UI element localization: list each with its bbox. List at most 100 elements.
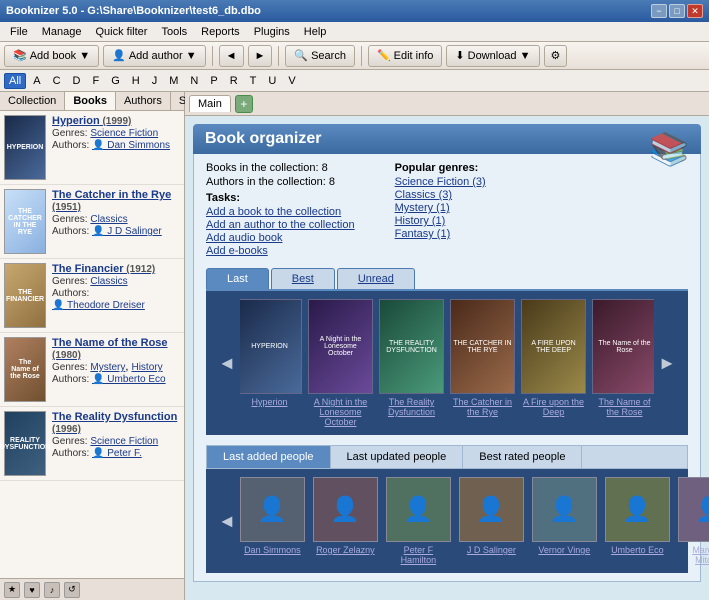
person-name-link[interactable]: Roger Zelazny xyxy=(316,545,375,555)
book-genre-link[interactable]: History xyxy=(131,362,162,373)
tab-last-updated[interactable]: Last updated people xyxy=(331,446,464,468)
carousel-book-title[interactable]: A Fire upon the Deep xyxy=(521,397,586,417)
maximize-button[interactable]: □ xyxy=(669,4,685,18)
left-tab-books[interactable]: Books xyxy=(65,92,116,110)
alpha-m[interactable]: M xyxy=(164,73,183,89)
menu-item-help[interactable]: Help xyxy=(298,25,333,39)
person-item[interactable]: 👤Dan Simmons xyxy=(240,477,305,565)
person-item[interactable]: 👤Vernor Vinge xyxy=(532,477,597,565)
task-link[interactable]: Add e-books xyxy=(206,245,355,257)
book-genre-link[interactable]: Classics xyxy=(90,214,127,225)
minimize-button[interactable]: − xyxy=(651,4,667,18)
search-button[interactable]: 🔍 Search xyxy=(285,45,355,67)
settings-button[interactable]: ⚙ xyxy=(544,45,568,67)
tab-last[interactable]: Last xyxy=(206,268,269,289)
book-author-link[interactable]: 👤 Umberto Eco xyxy=(92,374,166,385)
person-item[interactable]: 👤Margaret Mitchell xyxy=(678,477,709,565)
alpha-f[interactable]: F xyxy=(87,73,104,89)
carousel-prev-arrow[interactable]: ◄ xyxy=(214,353,240,374)
genre-link[interactable]: History (1) xyxy=(395,215,486,227)
alpha-c[interactable]: C xyxy=(48,73,66,89)
menu-item-plugins[interactable]: Plugins xyxy=(248,25,296,39)
left-tab-authors[interactable]: Authors xyxy=(116,92,171,110)
carousel-book-item[interactable]: THE REALITY DYSFUNCTIONThe Reality Dysfu… xyxy=(379,299,444,427)
alpha-d[interactable]: D xyxy=(68,73,86,89)
alpha-r[interactable]: R xyxy=(225,73,243,89)
book-title-link[interactable]: Hyperion (1999) xyxy=(52,115,180,127)
alpha-u[interactable]: U xyxy=(263,73,281,89)
carousel-book-item[interactable]: A FIRE UPON THE DEEPA Fire upon the Deep xyxy=(521,299,586,427)
genre-link[interactable]: Mystery (1) xyxy=(395,202,486,214)
book-author-link[interactable]: 👤 Dan Simmons xyxy=(92,140,170,151)
carousel-book-item[interactable]: HYPERIONHyperion xyxy=(240,299,302,427)
tab-last-added[interactable]: Last added people xyxy=(207,446,331,468)
menu-item-reports[interactable]: Reports xyxy=(195,25,246,39)
alpha-h[interactable]: H xyxy=(127,73,145,89)
task-link[interactable]: Add audio book xyxy=(206,232,355,244)
note-icon[interactable]: ♪ xyxy=(44,582,60,598)
carousel-next-arrow[interactable]: ► xyxy=(654,353,680,374)
carousel-book-item[interactable]: THE CATCHER IN THE RYEThe Catcher in the… xyxy=(450,299,515,427)
carousel-book-title[interactable]: The Name of the Rose xyxy=(592,397,654,417)
add-book-button[interactable]: 📚 Add book ▼ xyxy=(4,45,99,67)
book-list-item[interactable]: TheName ofthe RoseThe Name of the Rose (… xyxy=(0,333,184,407)
book-author-link[interactable]: 👤 Theodore Dreiser xyxy=(52,300,145,311)
alpha-j[interactable]: J xyxy=(147,73,163,89)
book-title-link[interactable]: The Reality Dysfunction (1996) xyxy=(52,411,180,435)
book-author-link[interactable]: 👤 J D Salinger xyxy=(92,226,162,237)
book-title-link[interactable]: The Catcher in the Rye (1951) xyxy=(52,189,180,213)
book-author-link[interactable]: 👤 Peter F. xyxy=(92,448,142,459)
menu-item-manage[interactable]: Manage xyxy=(36,25,88,39)
book-list-item[interactable]: HYPERIONHyperion (1999)Genres: Science F… xyxy=(0,111,184,185)
menu-item-tools[interactable]: Tools xyxy=(155,25,193,39)
book-list-item[interactable]: REALITYDYSFUNCTIONThe Reality Dysfunctio… xyxy=(0,407,184,481)
carousel-book-title[interactable]: The Catcher in the Rye xyxy=(450,397,515,417)
left-tab-collection[interactable]: Collection xyxy=(0,92,65,110)
tab-unread[interactable]: Unread xyxy=(337,268,415,289)
carousel-book-item[interactable]: The Name of the RoseThe Name of the Rose xyxy=(592,299,654,427)
tab-main[interactable]: Main xyxy=(189,95,231,112)
person-item[interactable]: 👤J D Salinger xyxy=(459,477,524,565)
person-name-link[interactable]: Vernor Vinge xyxy=(538,545,590,555)
menu-item-file[interactable]: File xyxy=(4,25,34,39)
task-link[interactable]: Add a book to the collection xyxy=(206,206,355,218)
add-author-button[interactable]: 👤 Add author ▼ xyxy=(103,45,205,67)
carousel-book-title[interactable]: The Reality Dysfunction xyxy=(379,397,444,417)
person-name-link[interactable]: Margaret Mitchell xyxy=(678,545,709,565)
back-button[interactable]: ◄ xyxy=(219,45,244,67)
person-name-link[interactable]: J D Salinger xyxy=(467,545,516,555)
person-item[interactable]: 👤Umberto Eco xyxy=(605,477,670,565)
alpha-all[interactable]: All xyxy=(4,73,26,89)
alpha-n[interactable]: N xyxy=(185,73,203,89)
heart-icon[interactable]: ♥ xyxy=(24,582,40,598)
book-genre-link[interactable]: Mystery xyxy=(90,362,125,373)
person-name-link[interactable]: Dan Simmons xyxy=(244,545,301,555)
book-title-link[interactable]: The Name of the Rose (1980) xyxy=(52,337,180,361)
alpha-t[interactable]: T xyxy=(245,73,262,89)
genre-link[interactable]: Classics (3) xyxy=(395,189,486,201)
tab-best-rated[interactable]: Best rated people xyxy=(463,446,582,468)
alpha-p[interactable]: P xyxy=(205,73,222,89)
alpha-g[interactable]: G xyxy=(106,73,125,89)
download-button[interactable]: ⬇ Download ▼ xyxy=(446,45,539,67)
forward-button[interactable]: ► xyxy=(248,45,273,67)
book-list-item[interactable]: THECATCHERIN THERYEThe Catcher in the Ry… xyxy=(0,185,184,259)
book-genre-link[interactable]: Science Fiction xyxy=(90,436,158,447)
carousel-book-item[interactable]: A Night in the Lonesome OctoberA Night i… xyxy=(308,299,373,427)
book-genre-link[interactable]: Classics xyxy=(90,276,127,287)
genre-link[interactable]: Science Fiction (3) xyxy=(395,176,486,188)
tab-best[interactable]: Best xyxy=(271,268,335,289)
edit-info-button[interactable]: ✏️ Edit info xyxy=(368,45,442,67)
menu-item-quick filter[interactable]: Quick filter xyxy=(90,25,154,39)
genre-link[interactable]: Fantasy (1) xyxy=(395,228,486,240)
person-item[interactable]: 👤Roger Zelazny xyxy=(313,477,378,565)
people-carousel-prev[interactable]: ◄ xyxy=(214,511,240,532)
task-link[interactable]: Add an author to the collection xyxy=(206,219,355,231)
close-button[interactable]: ✕ xyxy=(687,4,703,18)
carousel-book-title[interactable]: A Night in the Lonesome October xyxy=(308,397,373,427)
book-title-link[interactable]: The Financier (1912) xyxy=(52,263,180,275)
person-name-link[interactable]: Peter F Hamilton xyxy=(386,545,451,565)
star-icon[interactable]: ★ xyxy=(4,582,20,598)
alpha-a[interactable]: A xyxy=(28,73,45,89)
refresh-icon[interactable]: ↺ xyxy=(64,582,80,598)
